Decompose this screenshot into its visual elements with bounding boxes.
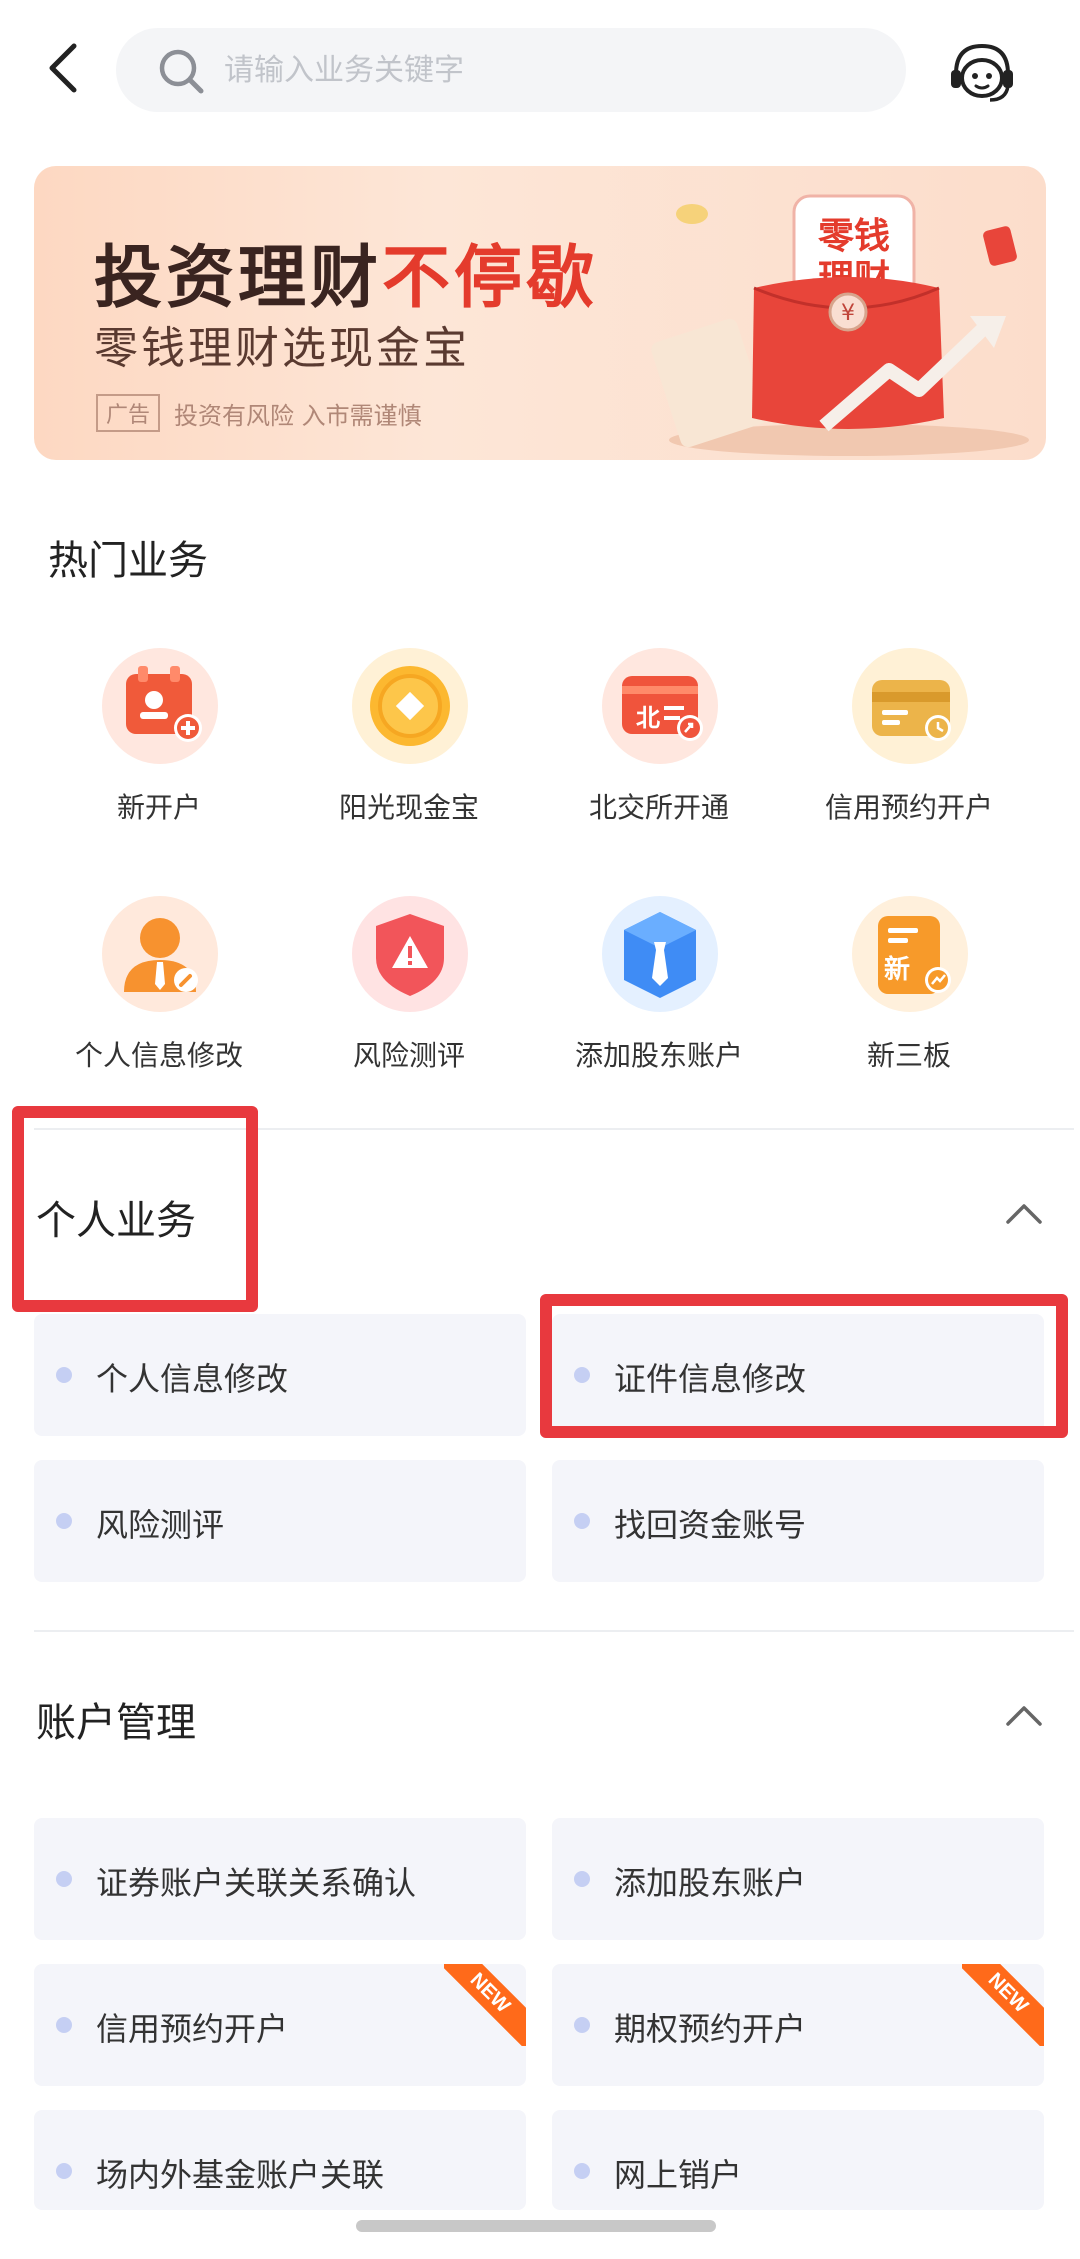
section-divider (34, 1630, 1074, 1632)
hot-item-label: 个人信息修改 (74, 1039, 243, 1072)
hot-item-neeq[interactable]: 新 新三板 (784, 896, 1034, 1116)
new-account-icon (102, 648, 218, 764)
bullet-dot (56, 1513, 72, 1529)
bullet-dot (574, 2017, 590, 2033)
list-item[interactable]: 场内外基金账户关联 (34, 2110, 526, 2210)
list-item[interactable]: 信用预约开户 NEW (34, 1964, 526, 2086)
section-divider (34, 1128, 1074, 1130)
chevron-up-icon[interactable] (1002, 1694, 1046, 1738)
new-badge-text: NEW (444, 1964, 526, 2046)
list-item-label: 期权预约开户 (614, 2010, 807, 2048)
cash-treasure-icon (352, 648, 468, 764)
hot-item-label: 信用预约开户 (824, 791, 993, 824)
hot-item-label: 新三板 (866, 1039, 951, 1072)
chevron-up-icon[interactable] (1002, 1192, 1046, 1236)
list-item-label: 场内外基金账户关联 (96, 2156, 385, 2194)
banner-title: 投资理财不停歇 (94, 222, 598, 321)
list-item[interactable]: 个人信息修改 (34, 1314, 526, 1436)
hot-item-label: 新开户 (116, 791, 201, 824)
banner-disclaimer: 广告 投资有风险 入市需谨慎 (96, 394, 422, 432)
hot-services-title: 热门业务 (48, 538, 208, 584)
bullet-dot (574, 1513, 590, 1529)
list-item-label: 找回资金账号 (614, 1506, 807, 1544)
back-button[interactable] (36, 38, 96, 98)
add-shareholder-icon (602, 896, 718, 1012)
bse-open-icon: 北 (602, 648, 718, 764)
list-item[interactable]: 添加股东账户 (552, 1818, 1044, 1940)
art-currency: ¥ (841, 301, 855, 326)
hot-item-label: 北交所开通 (588, 791, 729, 824)
bullet-dot (56, 2017, 72, 2033)
ad-tag: 广告 (96, 394, 161, 432)
bullet-dot (574, 1871, 590, 1887)
list-item[interactable]: 期权预约开户 NEW (552, 1964, 1044, 2086)
promo-banner[interactable]: 投资理财不停歇 零钱理财选现金宝 广告 投资有风险 入市需谨慎 零钱 理财 ¥ (34, 166, 1046, 460)
bse-icon-text: 北 (636, 704, 660, 732)
hot-item-personal-info[interactable]: 个人信息修改 (34, 896, 284, 1116)
banner-title-highlight: 不停歇 (382, 239, 599, 318)
list-item[interactable]: 证券账户关联关系确认 (34, 1818, 526, 1940)
list-item-label: 网上销户 (614, 2156, 743, 2194)
hot-item-new-account[interactable]: 新开户 (34, 648, 284, 868)
hot-item-add-shareholder[interactable]: 添加股东账户 (534, 896, 784, 1116)
neeq-icon-text: 新 (884, 954, 910, 985)
customer-service-icon (951, 43, 1013, 102)
hot-item-credit-account[interactable]: 信用预约开户 (784, 648, 1034, 868)
new-badge-text: NEW (962, 1964, 1044, 2046)
home-indicator[interactable] (356, 2220, 716, 2232)
bullet-dot (56, 2163, 72, 2179)
bullet-dot (56, 1367, 72, 1383)
list-item-label: 信用预约开户 (96, 2010, 289, 2048)
chevron-left-icon (49, 43, 77, 93)
list-item[interactable]: 证件信息修改 (552, 1314, 1044, 1436)
banner-title-main: 投资理财 (94, 239, 383, 318)
list-item-label: 添加股东账户 (614, 1864, 807, 1902)
hot-item-bse-open[interactable]: 北 北交所开通 (534, 648, 784, 868)
new-badge: NEW (444, 1964, 526, 2046)
hot-item-label: 风险测评 (352, 1039, 465, 1072)
search-bar[interactable] (116, 28, 906, 112)
list-item-label: 个人信息修改 (96, 1360, 289, 1398)
ad-text: 投资有风险 入市需谨慎 (174, 401, 422, 430)
red-envelope-illustration: 零钱 理财 ¥ (651, 194, 1029, 456)
bullet-dot (56, 1871, 72, 1887)
list-item-label: 证券账户关联关系确认 (96, 1864, 417, 1902)
list-item[interactable]: 风险测评 (34, 1460, 526, 1582)
new-badge: NEW (962, 1964, 1044, 2046)
personal-info-icon (102, 896, 218, 1012)
bullet-dot (574, 2163, 590, 2179)
search-icon (159, 49, 204, 94)
account-section-title: 账户管理 (36, 1700, 196, 1746)
hot-item-label: 添加股东账户 (574, 1039, 743, 1072)
list-item[interactable]: 网上销户 (552, 2110, 1044, 2210)
risk-assessment-icon (352, 896, 468, 1012)
bullet-dot (574, 1367, 590, 1383)
personal-section-title: 个人业务 (36, 1198, 196, 1244)
list-item[interactable]: 找回资金账号 (552, 1460, 1044, 1582)
customer-service-button[interactable] (946, 36, 1018, 108)
credit-account-icon (852, 648, 968, 764)
hot-item-risk-assessment[interactable]: 风险测评 (284, 896, 534, 1116)
search-input[interactable] (224, 28, 884, 112)
page: 投资理财不停歇 零钱理财选现金宝 广告 投资有风险 入市需谨慎 零钱 理财 ¥ … (0, 0, 1080, 2259)
hot-item-label: 阳光现金宝 (338, 791, 479, 824)
neeq-icon: 新 (852, 896, 968, 1012)
art-text-1: 零钱 (818, 216, 890, 257)
hot-item-cash-treasure[interactable]: 阳光现金宝 (284, 648, 534, 868)
banner-subtitle: 零钱理财选现金宝 (94, 323, 470, 374)
list-item-label: 风险测评 (96, 1506, 225, 1544)
top-bar (0, 0, 1080, 150)
list-item-label: 证件信息修改 (614, 1360, 807, 1398)
